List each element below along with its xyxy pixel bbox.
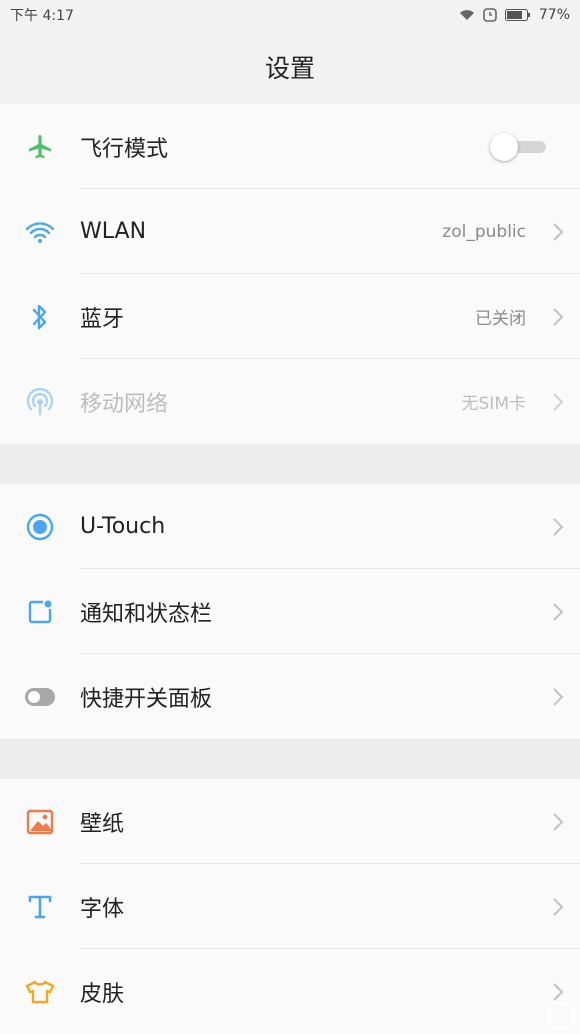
alarm-icon <box>483 8 497 22</box>
page-title-text: 设置 <box>264 54 315 83</box>
skin-icon <box>25 980 55 1003</box>
wlan-value: zol_public <box>442 221 526 242</box>
bluetooth-icon <box>32 304 47 329</box>
toggle-panel-icon <box>25 687 55 706</box>
airplane-mode-toggle[interactable] <box>490 132 550 161</box>
chevron-right-icon <box>536 517 580 537</box>
utouch-row[interactable]: U-Touch <box>0 484 580 569</box>
watermark-logo <box>548 1002 574 1028</box>
notification-statusbar-label: 通知和状态栏 <box>80 601 213 627</box>
section-divider <box>0 739 580 779</box>
wlan-row[interactable]: WLAN zol_public <box>0 189 580 274</box>
page-title: 设置 <box>0 30 580 104</box>
watermark-icon <box>548 1002 574 1028</box>
notification-statusbar-row[interactable]: 通知和状态栏 <box>0 569 580 654</box>
font-row[interactable]: 字体 <box>0 864 580 949</box>
chevron-right-icon <box>536 812 580 832</box>
mobile-network-icon <box>26 387 54 415</box>
skin-label: 皮肤 <box>80 981 125 1007</box>
status-icons: 77% <box>459 7 570 23</box>
battery-percent: 77% <box>538 7 570 23</box>
bluetooth-label: 蓝牙 <box>80 306 125 332</box>
mobile-network-value: 无SIM卡 <box>461 394 526 414</box>
chevron-right-icon <box>536 602 580 622</box>
wlan-label: WLAN <box>80 219 147 244</box>
airplane-icon <box>29 134 51 158</box>
wifi-signal-icon <box>459 10 474 20</box>
airplane-mode-row[interactable]: 飞行模式 <box>0 104 580 189</box>
section-divider <box>0 444 580 484</box>
font-label: 字体 <box>80 896 125 922</box>
mobile-network-row[interactable]: 移动网络 无SIM卡 <box>0 359 580 444</box>
wallpaper-row[interactable]: 壁纸 <box>0 779 580 864</box>
bluetooth-row[interactable]: 蓝牙 已关闭 <box>0 274 580 359</box>
status-time: 下午 4:17 <box>10 8 74 24</box>
chevron-right-icon <box>536 687 580 707</box>
settings-group-personalization: 壁纸 字体 皮肤 <box>0 779 580 1034</box>
quick-toggle-panel-label: 快捷开关面板 <box>80 686 213 712</box>
wallpaper-label: 壁纸 <box>80 811 125 837</box>
chevron-right-icon <box>536 392 580 412</box>
chevron-right-icon <box>536 222 580 242</box>
settings-group-connectivity: 飞行模式 WLAN zol_public 蓝牙 已关闭 移动网络 无SIM卡 <box>0 104 580 444</box>
utouch-icon <box>26 513 54 540</box>
chevron-right-icon <box>536 982 580 1002</box>
wifi-icon <box>25 221 55 243</box>
font-icon <box>28 895 52 918</box>
utouch-label: U-Touch <box>80 514 166 539</box>
bluetooth-value: 已关闭 <box>475 309 526 329</box>
airplane-mode-label: 飞行模式 <box>80 136 169 162</box>
quick-toggle-panel-row[interactable]: 快捷开关面板 <box>0 654 580 739</box>
notification-icon <box>28 600 52 623</box>
wallpaper-icon <box>26 809 54 834</box>
chevron-right-icon <box>536 307 580 327</box>
status-bar: 下午 4:17 77% <box>0 0 580 30</box>
settings-group-interaction: U-Touch 通知和状态栏 快捷开关面板 <box>0 484 580 739</box>
chevron-right-icon <box>536 897 580 917</box>
battery-icon <box>504 9 530 21</box>
mobile-network-label: 移动网络 <box>80 391 169 417</box>
skin-row[interactable]: 皮肤 <box>0 949 580 1034</box>
